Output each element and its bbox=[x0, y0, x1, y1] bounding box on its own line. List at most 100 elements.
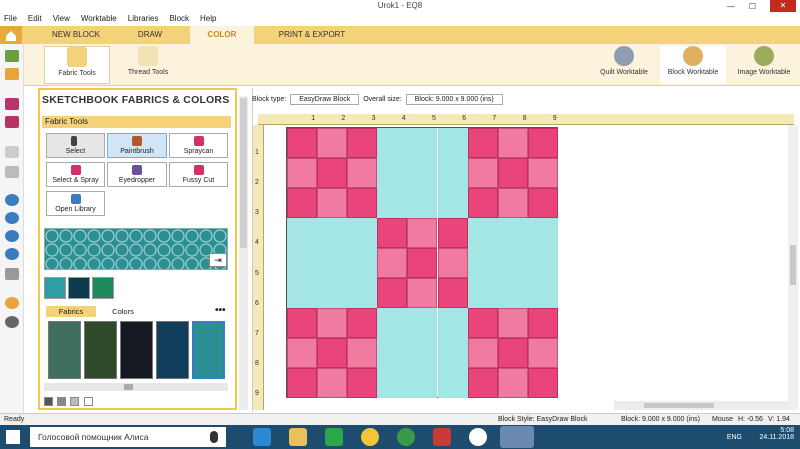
eq8-taskbar-icon[interactable] bbox=[500, 426, 534, 448]
worktable-horizontal-scrollbar-thumb[interactable] bbox=[644, 403, 714, 408]
block-patch[interactable] bbox=[467, 308, 498, 338]
block-patch[interactable] bbox=[527, 128, 558, 158]
fabric-swatch-selected[interactable] bbox=[192, 321, 225, 379]
file-explorer-icon[interactable] bbox=[289, 428, 307, 446]
fabric-scrollbar[interactable] bbox=[44, 383, 228, 391]
block-patch[interactable] bbox=[497, 278, 528, 308]
menu-block[interactable]: Block bbox=[169, 14, 189, 23]
block-patch[interactable] bbox=[317, 158, 348, 188]
block-patch[interactable] bbox=[467, 248, 498, 278]
block-patch[interactable] bbox=[347, 278, 378, 308]
block-patch[interactable] bbox=[497, 128, 528, 158]
menu-file[interactable]: File bbox=[4, 14, 17, 23]
ruler-icon[interactable] bbox=[5, 268, 19, 280]
view-list-icon[interactable] bbox=[84, 397, 93, 406]
open-icon[interactable] bbox=[5, 68, 19, 80]
paintbrush-tool-button[interactable]: Paintbrush bbox=[107, 133, 167, 158]
block-patch[interactable] bbox=[377, 248, 408, 278]
tab-print-export[interactable]: PRINT & EXPORT bbox=[262, 26, 362, 44]
block-patch[interactable] bbox=[437, 128, 468, 158]
view-large-icon[interactable] bbox=[44, 397, 53, 406]
menu-worktable[interactable]: Worktable bbox=[81, 14, 117, 23]
block-patch[interactable] bbox=[347, 218, 378, 248]
block-patch[interactable] bbox=[347, 308, 378, 338]
fabric-tools-header[interactable]: Fabric Tools bbox=[42, 116, 231, 128]
new-icon[interactable] bbox=[5, 50, 19, 62]
tab-draw[interactable]: DRAW bbox=[118, 26, 182, 44]
fabric-swatch[interactable] bbox=[48, 321, 81, 379]
block-patch[interactable] bbox=[407, 248, 438, 278]
tab-fabrics[interactable]: Fabrics bbox=[46, 306, 96, 317]
palette-scrollbar-thumb[interactable] bbox=[240, 98, 247, 248]
block-patch[interactable] bbox=[497, 188, 528, 218]
menu-edit[interactable]: Edit bbox=[28, 14, 42, 23]
open-library-button[interactable]: Open Library bbox=[46, 191, 105, 216]
block-patch[interactable] bbox=[437, 338, 468, 368]
block-patch[interactable] bbox=[317, 248, 348, 278]
block-patch[interactable] bbox=[317, 218, 348, 248]
zoom-page-icon[interactable] bbox=[5, 248, 19, 260]
block-patch[interactable] bbox=[527, 338, 558, 368]
fabric-swatch[interactable] bbox=[84, 321, 117, 379]
block-patch[interactable] bbox=[347, 158, 378, 188]
worktable-vertical-scrollbar[interactable] bbox=[788, 125, 798, 410]
block-patch[interactable] bbox=[527, 278, 558, 308]
block-patch[interactable] bbox=[467, 188, 498, 218]
home-button[interactable] bbox=[0, 26, 22, 44]
block-patch[interactable] bbox=[347, 368, 378, 398]
eyedropper-tool-button[interactable]: Eyedropper bbox=[107, 162, 167, 187]
store-icon[interactable] bbox=[325, 428, 343, 446]
block-patch[interactable] bbox=[497, 218, 528, 248]
tab-color[interactable]: COLOR bbox=[190, 26, 254, 44]
block-patch[interactable] bbox=[317, 128, 348, 158]
block-patch[interactable] bbox=[467, 218, 498, 248]
block-patch[interactable] bbox=[497, 338, 528, 368]
block-patch[interactable] bbox=[287, 158, 317, 188]
block-patch[interactable] bbox=[287, 248, 317, 278]
worktable-horizontal-scrollbar[interactable] bbox=[614, 401, 788, 410]
windows-start-icon[interactable] bbox=[6, 430, 20, 444]
block-patch[interactable] bbox=[407, 308, 438, 338]
block-patch[interactable] bbox=[377, 308, 408, 338]
block-patch[interactable] bbox=[317, 368, 348, 398]
help-icon[interactable] bbox=[5, 297, 19, 309]
block-patch[interactable] bbox=[527, 248, 558, 278]
app-icon[interactable] bbox=[361, 428, 379, 446]
block-patch[interactable] bbox=[407, 278, 438, 308]
block-patch[interactable] bbox=[317, 278, 348, 308]
thread-tools-button[interactable]: Thread Tools bbox=[120, 46, 176, 84]
fussy-cut-tool-button[interactable]: Fussy Cut bbox=[169, 162, 228, 187]
view-medium-icon[interactable] bbox=[57, 397, 66, 406]
taskbar-search[interactable]: Голосовой помощник Алиса bbox=[30, 427, 226, 447]
block-patch[interactable] bbox=[497, 248, 528, 278]
block-patch[interactable] bbox=[467, 128, 498, 158]
quilt-worktable-button[interactable]: Quilt Worktable bbox=[594, 46, 654, 84]
zoom-in-icon[interactable] bbox=[5, 194, 19, 206]
block-patch[interactable] bbox=[467, 338, 498, 368]
torrent-icon[interactable] bbox=[397, 428, 415, 446]
tab-colors[interactable]: Colors bbox=[98, 306, 148, 317]
view-small-icon[interactable] bbox=[70, 397, 79, 406]
yandex-browser-icon[interactable] bbox=[469, 428, 487, 446]
recent-fabric-swatch[interactable] bbox=[68, 277, 90, 299]
fabric-tools-button[interactable]: Fabric Tools bbox=[44, 46, 110, 84]
zoom-out-icon[interactable] bbox=[5, 212, 19, 224]
block-patch[interactable] bbox=[407, 158, 438, 188]
library-icon[interactable] bbox=[5, 116, 19, 128]
block-patch[interactable] bbox=[407, 218, 438, 248]
block-patch[interactable] bbox=[317, 308, 348, 338]
block-worktable-button[interactable]: Block Worktable bbox=[660, 46, 726, 84]
settings-gear-icon[interactable] bbox=[5, 316, 19, 328]
select-spray-tool-button[interactable]: Select & Spray bbox=[46, 162, 105, 187]
block-patch[interactable] bbox=[377, 368, 408, 398]
close-button[interactable]: ✕ bbox=[770, 0, 796, 12]
block-patch[interactable] bbox=[407, 338, 438, 368]
block-patch[interactable] bbox=[437, 278, 468, 308]
block-patch[interactable] bbox=[467, 278, 498, 308]
edge-browser-icon[interactable] bbox=[253, 428, 271, 446]
block-patch[interactable] bbox=[407, 188, 438, 218]
block-patch[interactable] bbox=[377, 278, 408, 308]
spraycan-tool-button[interactable]: Spraycan bbox=[169, 133, 228, 158]
block-patch[interactable] bbox=[527, 188, 558, 218]
block-patch[interactable] bbox=[497, 368, 528, 398]
